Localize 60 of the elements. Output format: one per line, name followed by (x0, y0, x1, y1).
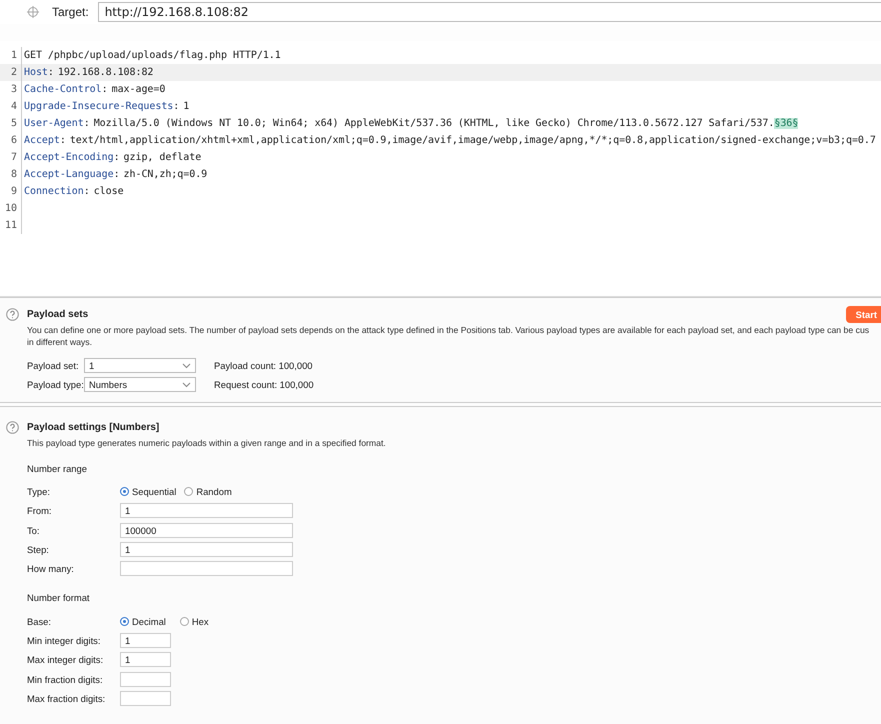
count-text: Payload count: 100,000 (214, 360, 313, 371)
dropdown[interactable]: Numbers (84, 377, 196, 392)
crosshair-icon (27, 6, 39, 18)
field-label: Payload set: (27, 360, 80, 371)
line-number: 6 (0, 132, 22, 149)
input-field[interactable]: 1 (120, 503, 293, 518)
line-number: 7 (0, 149, 22, 166)
section-title: Payload settings [Numbers] (27, 422, 160, 432)
field-label: How many: (27, 563, 75, 574)
radio-option[interactable]: Hex (180, 616, 209, 627)
field-label: Step: (27, 544, 50, 556)
code-line: Upgrade-Insecure-Requests: 1 (24, 101, 190, 112)
radio-option[interactable]: Sequential (120, 486, 176, 498)
line-number: 8 (0, 166, 22, 183)
code-line: Host: 192.168.8.108:82 (24, 67, 154, 78)
code-line: Cache-Control: max-age=0 (24, 84, 166, 95)
field-label: To: (27, 524, 41, 536)
field-label: Base: (27, 616, 52, 627)
chevron-down-icon (182, 362, 191, 368)
field-label: Min integer digits: (27, 634, 102, 646)
help-icon[interactable] (6, 420, 19, 434)
line-number: 9 (0, 183, 22, 200)
group-heading: Number format (27, 592, 91, 604)
input-field[interactable]: 1 (120, 632, 171, 648)
line-number: 3 (0, 81, 22, 98)
code-line: User-Agent: Mozilla/5.0 (Windows NT 10.0; Win64; x64) AppleWebKit/537.36 (KHTML, like Gecko) Chrome/113.0.5672.127 Safari/537.§36§ (24, 118, 798, 129)
line-number: 11 (0, 217, 22, 234)
section-description: You can define one or more payload sets. The number of payload sets depends on the attack type defined in the Positions tab. Various payload types are available for each payload set, and each payload type can be cus in different ways. (26, 324, 870, 348)
help-icon[interactable] (6, 308, 19, 320)
input-field[interactable] (120, 690, 171, 706)
field-label: Max integer digits: (27, 654, 104, 666)
code-line: Connection: close (24, 186, 124, 197)
section-description: This payload type generates numeric payloads within a given range and in a specified format. (26, 437, 387, 449)
line-number: 4 (0, 98, 22, 115)
field-label: Payload type: (27, 379, 84, 390)
count-text: Request count: 100,000 (214, 379, 314, 390)
line-number: 10 (0, 200, 22, 217)
radio-option[interactable]: Random (184, 486, 232, 498)
code-line: Accept-Language: zh-CN,zh;q=0.9 (24, 169, 208, 180)
input-field[interactable] (120, 561, 293, 576)
code-line: Accept: text/html,application/xhtml+xml,application/xml;q=0.9,image/avif,image/webp,image/apng,*/*;q=0.8,application/signed-exchange;v=b3;q=0.7 (24, 135, 876, 146)
code-line: Accept-Encoding: gzip, deflate (24, 152, 202, 163)
input-field[interactable]: 1 (120, 652, 171, 668)
line-number: 5 (0, 115, 22, 132)
field-label: Type: (27, 486, 51, 498)
field-label: Max fraction digits: (27, 692, 106, 704)
field-label: From: (27, 505, 52, 516)
section-title: Payload sets (27, 308, 88, 320)
line-number: 2 (0, 64, 22, 81)
code-line: GET /phpbc/upload/uploads/flag.php HTTP/1.1 (24, 50, 281, 61)
radio-option[interactable]: Decimal (120, 616, 166, 627)
field-label: Min fraction digits: (27, 674, 104, 685)
input-field[interactable]: 100000 (120, 522, 293, 538)
input-field[interactable]: 1 (120, 542, 293, 558)
dropdown[interactable]: 1 (84, 358, 196, 373)
target-label: Target: (52, 5, 89, 19)
group-heading: Number range (27, 463, 88, 474)
chevron-down-icon (182, 382, 191, 388)
input-field[interactable] (120, 672, 171, 687)
target-field[interactable]: http://192.168.8.108:82 (98, 2, 881, 22)
